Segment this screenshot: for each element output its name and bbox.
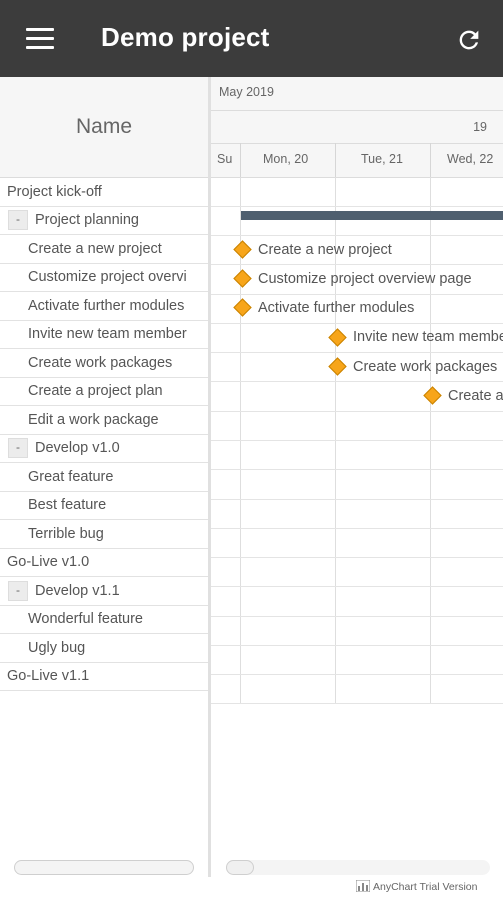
task-group-row[interactable]: - Develop v1.0 xyxy=(0,435,208,463)
task-row[interactable]: Edit a work package xyxy=(0,406,208,435)
menu-icon[interactable] xyxy=(26,28,54,50)
watermark: AnyChart Trial Version xyxy=(355,879,478,893)
milestone-label: Activate further modules xyxy=(258,300,415,316)
task-label: Project planning xyxy=(35,212,139,229)
task-row[interactable]: Activate further modules xyxy=(0,292,208,321)
task-label: Terrible bug xyxy=(28,525,104,542)
milestone-marker[interactable] xyxy=(233,240,252,259)
task-row[interactable]: Create a project plan xyxy=(0,378,208,406)
day-label: Su xyxy=(217,152,233,166)
summary-bar-project-planning[interactable] xyxy=(241,211,503,220)
task-label: Create work packages xyxy=(28,354,173,371)
task-label: Invite new team member xyxy=(28,326,187,343)
task-row[interactable]: Ugly bug xyxy=(0,634,208,663)
task-row[interactable]: Best feature xyxy=(0,492,208,520)
milestone-label: Customize project overview page xyxy=(258,271,472,287)
collapse-toggle[interactable]: - xyxy=(8,210,28,231)
task-group-row[interactable]: - Project planning xyxy=(0,207,208,235)
timeline-scrollbar-thumb[interactable] xyxy=(226,860,254,875)
task-label: Create a new project xyxy=(28,240,162,257)
month-label: May 2019 xyxy=(219,85,274,99)
milestone-label: Create a project plan xyxy=(448,388,503,404)
milestone-label: Create work packages xyxy=(353,359,498,375)
page-title: Demo project xyxy=(101,22,270,52)
gantt-timeline[interactable]: May 2019 19 Su Mon, 20 Tue, 21 Wed, 22 C… xyxy=(211,77,503,877)
task-row[interactable]: Project kick-off xyxy=(0,178,208,207)
milestone-label: Create a new project xyxy=(258,242,392,258)
day-label: Wed, 22 xyxy=(447,152,494,166)
task-label: Create a project plan xyxy=(28,383,163,400)
task-row[interactable]: Wonderful feature xyxy=(0,606,208,634)
task-row[interactable]: Create work packages xyxy=(0,349,208,378)
collapse-toggle[interactable]: - xyxy=(8,580,28,601)
refresh-icon[interactable] xyxy=(455,26,483,54)
task-label: Wonderful feature xyxy=(28,611,143,628)
task-label: Develop v1.1 xyxy=(35,582,120,599)
task-label: Great feature xyxy=(28,468,114,485)
task-label: Project kick-off xyxy=(7,183,102,200)
chart-icon xyxy=(355,879,371,893)
task-row[interactable]: Go-Live v1.0 xyxy=(0,549,208,577)
task-label: Go-Live v1.1 xyxy=(7,668,90,685)
task-row[interactable]: Invite new team member xyxy=(0,321,208,349)
task-label: Develop v1.0 xyxy=(35,440,120,457)
task-label: Activate further modules xyxy=(28,297,185,314)
milestone-marker[interactable] xyxy=(328,328,347,347)
milestone-marker[interactable] xyxy=(423,386,442,405)
day-label: Tue, 21 xyxy=(361,152,403,166)
collapse-toggle[interactable]: - xyxy=(8,438,28,459)
task-name-grid: Name Project kick-off - Project planning … xyxy=(0,77,210,877)
task-label: Ugly bug xyxy=(28,639,86,656)
task-row[interactable]: Create a new project xyxy=(0,235,208,264)
name-column-header[interactable]: Name xyxy=(0,77,208,178)
milestone-marker[interactable] xyxy=(233,269,252,288)
task-label: Customize project overvi xyxy=(28,269,187,286)
task-label: Go-Live v1.0 xyxy=(7,554,90,571)
milestone-marker[interactable] xyxy=(233,298,252,317)
task-row[interactable]: Customize project overvi xyxy=(0,264,208,292)
task-group-row[interactable]: - Develop v1.1 xyxy=(0,577,208,606)
task-label: Best feature xyxy=(28,497,107,514)
app-bar: Demo project xyxy=(0,0,503,77)
task-row[interactable]: Great feature xyxy=(0,463,208,492)
task-label: Edit a work package xyxy=(28,411,159,428)
milestone-label: Invite new team member xyxy=(353,329,503,345)
task-rows: Project kick-off - Project planning Creat… xyxy=(0,178,208,691)
milestone-marker[interactable] xyxy=(328,357,347,376)
grid-horizontal-scrollbar[interactable] xyxy=(14,860,194,875)
task-row[interactable]: Terrible bug xyxy=(0,520,208,549)
task-row[interactable]: Go-Live v1.1 xyxy=(0,663,208,691)
timeline-header: May 2019 19 Su Mon, 20 Tue, 21 Wed, 22 xyxy=(211,77,503,178)
day-label: Mon, 20 xyxy=(263,152,309,166)
watermark-text: AnyChart Trial Version xyxy=(373,881,478,893)
week-label: 19 xyxy=(473,120,487,134)
timeline-scrollbar-track[interactable] xyxy=(226,860,490,875)
